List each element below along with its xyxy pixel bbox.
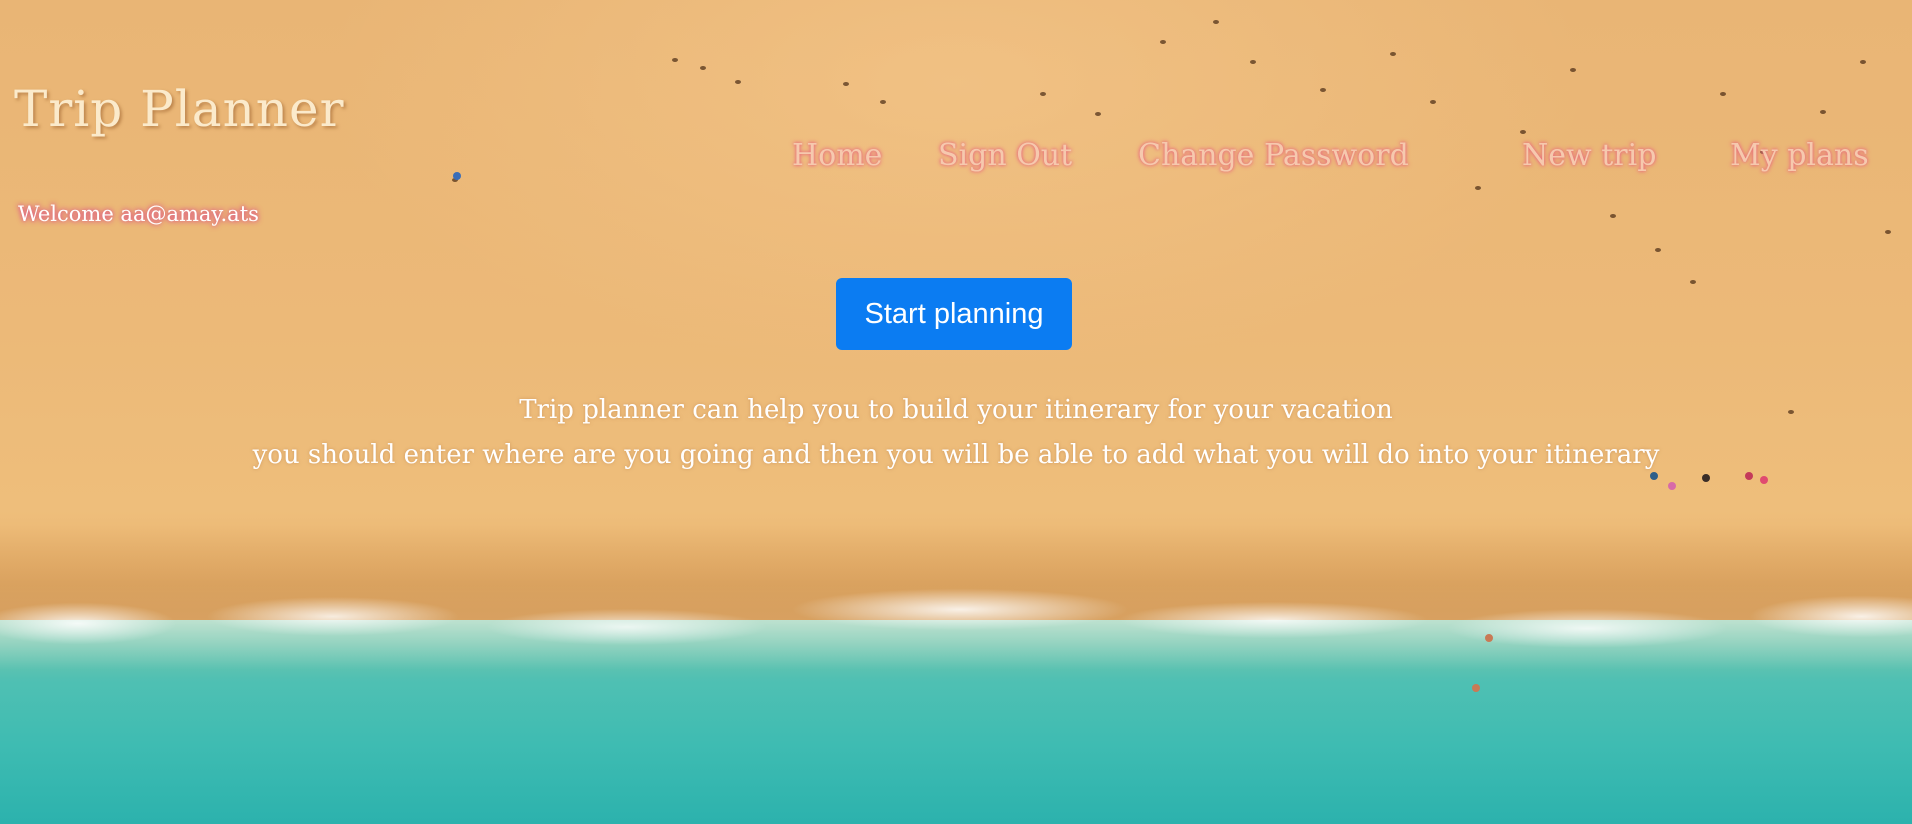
sand-speck [1885, 230, 1891, 234]
welcome-message: Welcome aa@amay.ats [18, 202, 259, 226]
nav-my-plans-link[interactable]: My plans [1730, 138, 1869, 173]
main-nav: Home Sign Out Change Password New trip M… [0, 138, 1912, 178]
sand-speck [1520, 130, 1526, 134]
sand-speck [1570, 68, 1576, 72]
sand-speck [1430, 100, 1436, 104]
sand-speck [672, 58, 678, 62]
sand-speck [1610, 214, 1616, 218]
sand-speck [1390, 52, 1396, 56]
sand-speck [1860, 60, 1866, 64]
nav-new-trip-link[interactable]: New trip [1522, 138, 1656, 173]
swimmer [1472, 684, 1480, 692]
site-title: Trip Planner [14, 80, 345, 138]
sand-speck [1040, 92, 1046, 96]
nav-sign-out-link[interactable]: Sign Out [938, 138, 1072, 173]
swimmer [1485, 634, 1493, 642]
sand-speck [735, 80, 741, 84]
wave-foam-shallow [0, 620, 1912, 670]
sand-speck [1690, 280, 1696, 284]
beach-towel [1668, 482, 1676, 490]
nav-home-link[interactable]: Home [792, 138, 882, 173]
sand-speck [1250, 60, 1256, 64]
sand-speck [1720, 92, 1726, 96]
nav-change-password-link[interactable]: Change Password [1138, 138, 1409, 173]
sand-speck [1655, 248, 1661, 252]
sand-speck [1820, 110, 1826, 114]
sand-speck [1095, 112, 1101, 116]
intro-text: Trip planner can help you to build your … [0, 388, 1912, 478]
sand-speck [1213, 20, 1219, 24]
start-planning-button[interactable]: Start planning [836, 278, 1072, 350]
intro-line-2: you should enter where are you going and… [252, 440, 1660, 470]
sand-speck [843, 82, 849, 86]
sand-speck [1320, 88, 1326, 92]
sand-speck [880, 100, 886, 104]
sand-speck [700, 66, 706, 70]
sand-speck [1475, 186, 1481, 190]
sand-speck [1160, 40, 1166, 44]
intro-line-1: Trip planner can help you to build your … [519, 395, 1393, 425]
